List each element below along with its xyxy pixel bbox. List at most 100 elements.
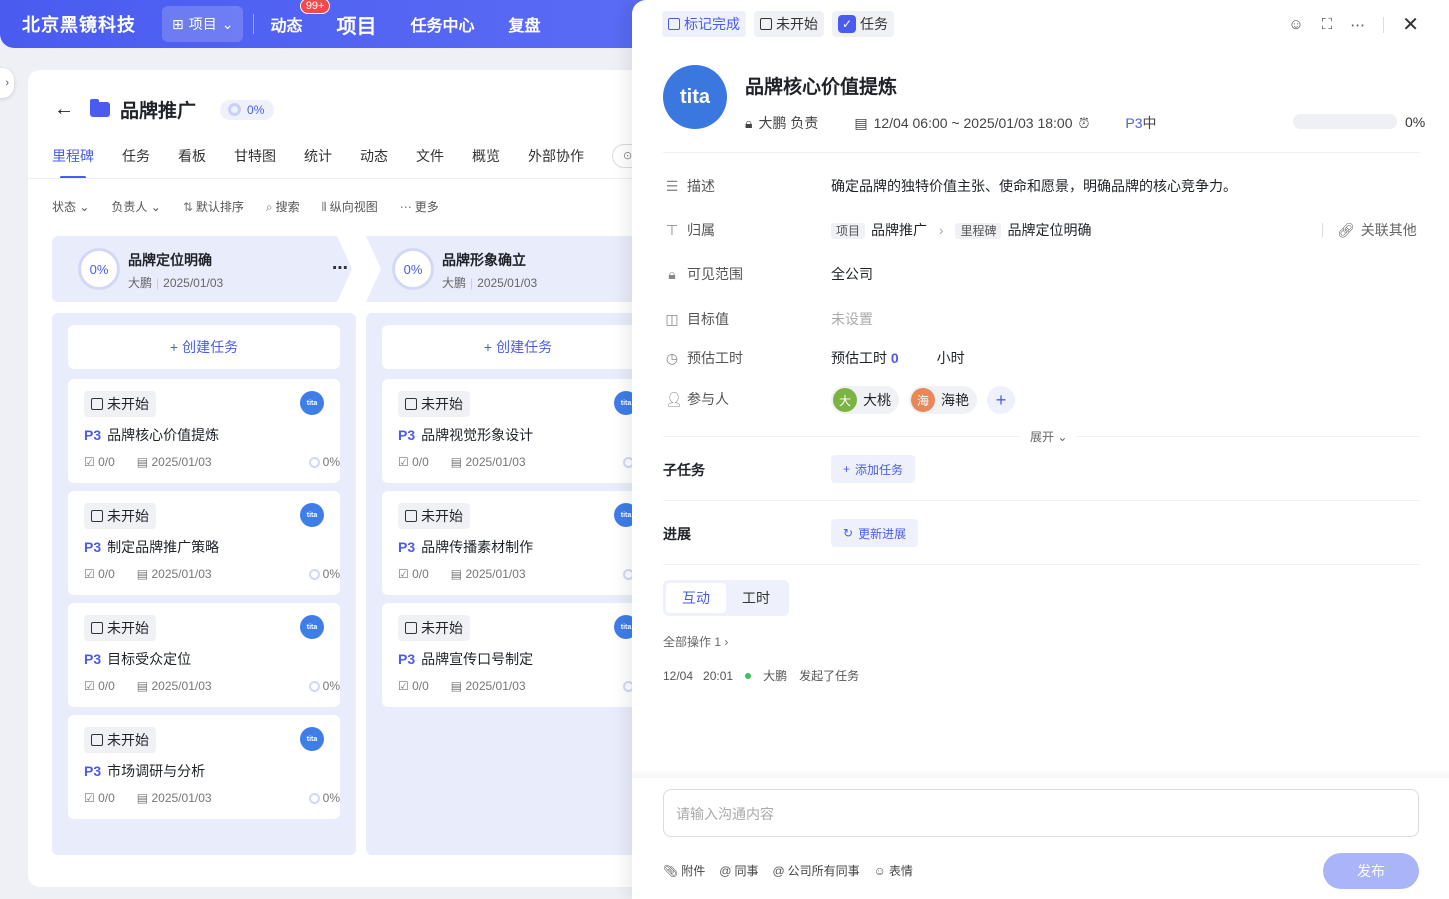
sort-button[interactable]: ⇅ 默认排序 <box>183 198 244 215</box>
status-pill[interactable]: 未开始 <box>84 615 156 641</box>
priority-badge[interactable]: P3中 <box>1125 113 1156 133</box>
close-icon[interactable]: ✕ <box>1402 12 1419 37</box>
task-owner[interactable]: 大鹏 负责 <box>758 113 818 133</box>
tab-board[interactable]: 看板 <box>178 146 206 166</box>
top-nav-bar: 北京黑镜科技 ⊞ 项目 ⌄ 动态 99+ 项目 任务中心 复盘 <box>0 0 700 48</box>
tab-gantt[interactable]: 甘特图 <box>234 146 276 166</box>
tab-interaction[interactable]: 互动 <box>666 583 726 613</box>
tab-overview[interactable]: 概览 <box>472 146 500 166</box>
task-progress: 0% <box>308 455 340 469</box>
tab-activity[interactable]: 动态 <box>360 146 388 166</box>
description-value[interactable]: 确定品牌的独特价值主张、使命和愿景，明确品牌的核心竞争力。 <box>831 176 1237 196</box>
target-value[interactable]: 未设置 <box>831 309 873 329</box>
nav-dynamics[interactable]: 动态 99+ <box>270 0 331 36</box>
task-progress-bar[interactable] <box>1293 114 1397 129</box>
calendar-icon: ▤ <box>136 567 149 581</box>
fullscreen-icon[interactable]: ⛶ <box>1322 16 1333 33</box>
field-label-visibility: 🔒︎ 可见范围 <box>665 264 743 284</box>
task-meta: ☑ 0/0 ▤ 2025/01/03 0% <box>84 455 340 469</box>
check-square-icon: ☑ <box>398 455 409 469</box>
task-date-range[interactable]: 12/04 06:00 ~ 2025/01/03 18:00 <box>874 115 1073 131</box>
visibility-value[interactable]: 全公司 <box>831 264 873 284</box>
vertical-view-button[interactable]: ⫴ 纵向视图 <box>322 198 378 215</box>
emoji-button[interactable]: ☺ 表情 <box>874 862 913 879</box>
progress-ring-icon <box>308 568 320 580</box>
activity-user[interactable]: 大鹏 <box>763 667 787 684</box>
task-title: P3 品牌传播素材制作 <box>398 539 534 555</box>
add-subtask-button[interactable]: + 添加任务 <box>831 455 916 483</box>
create-task-button[interactable]: + 创建任务 <box>68 325 340 369</box>
project-menu-button[interactable]: ⊞ 项目 ⌄ <box>162 6 244 42</box>
task-detail-title[interactable]: 品牌核心价值提炼 <box>745 72 897 99</box>
task-card[interactable]: 未开始 tita P3 市场调研与分析 ☑ 0/0 ▤ 2025/01/03 0% <box>68 715 340 819</box>
task-detail-panel: 标记完成 未开始 ✓ 任务 ☺ ⛶ ⋯ ✕ tita 品牌核心价值提炼 🔒︎ 大鹏… <box>632 0 1449 899</box>
status-pill[interactable]: 未开始 <box>398 615 470 641</box>
task-card[interactable]: 未开始 tita P3 制定品牌推广策略 ☑ 0/0 ▤ 2025/01/03 0… <box>68 491 340 595</box>
task-meta: ☑ 0/0 ▤ 2025/01/03 0% <box>84 567 340 581</box>
task-check-icon: ✓ <box>838 15 856 33</box>
participant-chip[interactable]: 海海艳 <box>909 386 977 414</box>
brand-name: 北京黑镜科技 <box>22 15 136 35</box>
update-progress-button[interactable]: ↻ 更新进展 <box>831 519 919 547</box>
back-arrow-icon[interactable]: ← <box>54 98 74 121</box>
chevron-down-icon: ⌄ <box>79 200 90 214</box>
more-icon[interactable]: ⋯ <box>1350 16 1365 34</box>
sidebar-expand-toggle[interactable]: › <box>0 68 14 98</box>
tag-milestone: 里程碑 <box>955 223 1002 239</box>
nav-projects[interactable]: 项目 <box>336 10 376 39</box>
tab-files[interactable]: 文件 <box>416 146 444 166</box>
task-meta: ☑ 0/0 ▤ 2025/01/03 0% <box>84 791 340 805</box>
checkbox-icon <box>91 510 103 522</box>
add-participant-button[interactable]: + <box>987 386 1015 414</box>
status-dropdown[interactable]: 未开始 <box>754 11 824 37</box>
task-card[interactable]: 未开始 tita P3品牌视觉形象设计 ☑ 0/0 ▤ 2025/01/03 0… <box>382 379 654 483</box>
status-pill[interactable]: 未开始 <box>398 503 470 529</box>
search-button[interactable]: ⌕ 搜索 <box>266 198 300 215</box>
expand-toggle[interactable]: 展开 ⌄ <box>1020 428 1078 445</box>
task-owner-avatar: tita <box>663 65 727 129</box>
status-pill[interactable]: 未开始 <box>84 727 156 753</box>
alarm-icon[interactable]: ⏰︎ <box>1078 115 1089 132</box>
divider <box>663 500 1420 501</box>
tab-stats[interactable]: 统计 <box>304 146 332 166</box>
task-meta-row: 🔒︎ 大鹏 负责 ▤ 12/04 06:00 ~ 2025/01/03 18:0… <box>745 113 1157 133</box>
filter-owner[interactable]: 负责人 ⌄ <box>111 198 160 215</box>
status-pill[interactable]: 未开始 <box>398 391 470 417</box>
more-button[interactable]: ⋯ 更多 <box>400 198 439 215</box>
task-card[interactable]: 未开始 tita P3 品牌核心价值提炼 ☑ 0/0 ▤ 2025/01/03 0… <box>68 379 340 483</box>
create-task-button[interactable]: + 创建任务 <box>382 325 654 369</box>
status-pill[interactable]: 未开始 <box>84 503 156 529</box>
tab-tasks[interactable]: 任务 <box>122 146 150 166</box>
belong-project-link[interactable]: 品牌推广 <box>871 222 927 238</box>
tab-worktime[interactable]: 工时 <box>726 583 786 613</box>
milestone-title: 品牌定位明确 <box>128 252 212 268</box>
task-card[interactable]: 未开始 tita P3 目标受众定位 ☑ 0/0 ▤ 2025/01/03 0% <box>68 603 340 707</box>
tab-milestones[interactable]: 里程碑 <box>52 146 94 179</box>
milestone-more-icon[interactable]: ⋯ <box>332 258 348 278</box>
attach-button[interactable]: 📎︎ 附件 <box>663 862 705 879</box>
task-card[interactable]: 未开始 tita P3品牌宣传口号制定 ☑ 0/0 ▤ 2025/01/03 0… <box>382 603 654 707</box>
robot-icon[interactable]: ☺ <box>1288 16 1303 33</box>
task-type-chip[interactable]: ✓ 任务 <box>832 11 894 37</box>
mark-complete-button[interactable]: 标记完成 <box>662 11 746 37</box>
estimate-value[interactable]: 预估工时 0 小时 <box>831 348 965 368</box>
task-card[interactable]: 未开始 tita P3品牌传播素材制作 ☑ 0/0 ▤ 2025/01/03 0… <box>382 491 654 595</box>
task-meta: ☑ 0/0 ▤ 2025/01/03 0% <box>398 679 654 693</box>
relate-other-button[interactable]: 🔗︎ 关联其他 <box>1322 220 1417 240</box>
tab-external[interactable]: 外部协作 <box>528 146 584 166</box>
nav-task-center[interactable]: 任务中心 <box>410 12 474 36</box>
milestone-meta: 大鹏 | 2025/01/03 <box>442 276 538 290</box>
mention-all-button[interactable]: @ 公司所有同事 <box>772 862 859 879</box>
publish-button[interactable]: 发布 <box>1323 853 1419 889</box>
owner-avatar: tita <box>300 615 324 639</box>
status-pill[interactable]: 未开始 <box>84 391 156 417</box>
comment-input[interactable]: 请输入沟通内容 <box>663 789 1419 837</box>
calendar-icon: ▤ <box>450 567 463 581</box>
mention-colleague-button[interactable]: @ 同事 <box>719 862 758 879</box>
belong-milestone-link[interactable]: 品牌定位明确 <box>1007 222 1091 238</box>
filter-status[interactable]: 状态 ⌄ <box>52 198 89 215</box>
link-icon: 🔗︎ <box>1337 221 1355 238</box>
all-operations-filter[interactable]: 全部操作 1 › <box>663 633 728 650</box>
participant-chip[interactable]: 大大桃 <box>831 386 899 414</box>
nav-review[interactable]: 复盘 <box>509 12 541 36</box>
